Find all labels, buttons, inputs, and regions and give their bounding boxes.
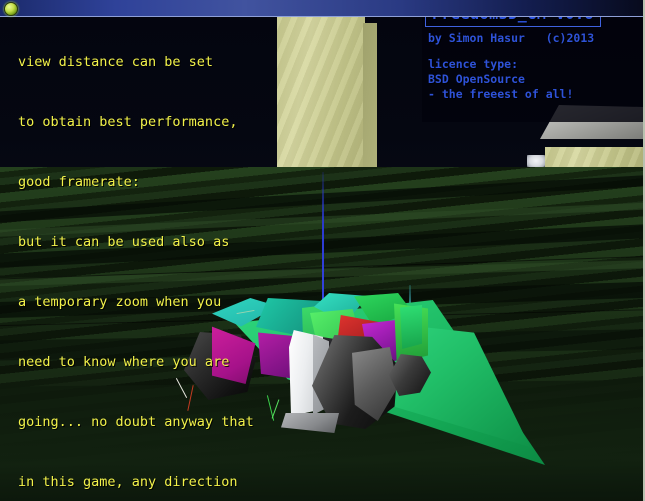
crystal-facet-right-edge xyxy=(400,305,422,349)
author-byline: by Simon Hasur (c)2013 xyxy=(428,31,595,45)
hud-info-panel: Freedom3D_GM v0.8 by Simon Hasur (c)2013… xyxy=(425,3,640,102)
licence-info: licence type: BSD OpenSource - the freee… xyxy=(425,57,640,102)
licence-line: - the freeest of all! xyxy=(428,87,574,101)
app-globe-icon xyxy=(4,2,18,16)
game-window: view distance can be set to obtain best … xyxy=(0,0,645,501)
licence-line: licence type: xyxy=(428,57,519,71)
licence-line: BSD OpenSource xyxy=(428,72,525,86)
window-titlebar[interactable] xyxy=(0,0,643,17)
